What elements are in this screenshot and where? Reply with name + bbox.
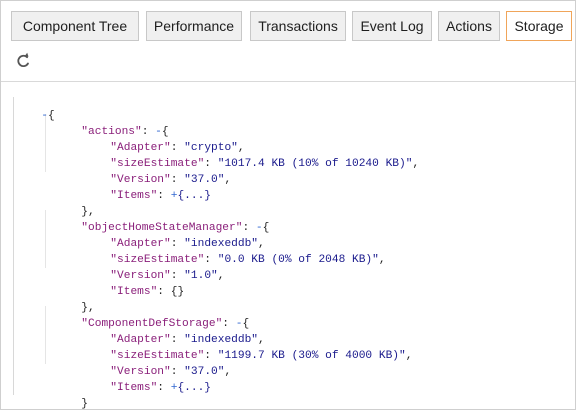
json-root-close: } — [1, 397, 57, 409]
json-store-close: }, — [81, 205, 95, 218]
json-store-header: "objectHomeStateManager": -{ — [81, 221, 270, 234]
json-field: "sizeEstimate": "0.0 KB (0% of 2048 KB)"… — [110, 253, 386, 266]
tab-transactions[interactable]: Transactions — [250, 11, 346, 41]
refresh-icon[interactable] — [13, 51, 33, 71]
json-store-header: "ComponentDefStorage": -{ — [81, 317, 250, 330]
tab-event-log[interactable]: Event Log — [352, 11, 432, 41]
json-field: "sizeEstimate": "1017.4 KB (10% of 10240… — [110, 157, 420, 170]
json-store-close: }, — [81, 301, 95, 314]
json-field: "Adapter": "indexeddb", — [110, 333, 265, 346]
json-store-close: } — [81, 397, 89, 409]
collapsed-object[interactable]: {...} — [177, 382, 211, 394]
tab-storage[interactable]: Storage — [506, 11, 572, 41]
tab-component-tree[interactable]: Component Tree — [11, 11, 139, 41]
json-items-field: "Items": +{...} — [110, 381, 212, 394]
json-root-open: -{ — [41, 109, 55, 122]
empty-object: {} — [170, 285, 185, 298]
json-items-field: "Items": {} — [110, 285, 185, 298]
tab-performance[interactable]: Performance — [146, 11, 242, 41]
json-field: "Version": "37.0", — [110, 365, 232, 378]
devtools-tab-bar: Component Tree Performance Transactions … — [1, 1, 575, 43]
json-field: "Version": "37.0", — [110, 173, 232, 186]
storage-panel: Component Tree Performance Transactions … — [0, 0, 576, 410]
json-field: "Adapter": "indexeddb", — [110, 237, 265, 250]
json-field: "sizeEstimate": "1199.7 KB (30% of 4000 … — [110, 349, 413, 362]
storage-json-viewer: -{ "actions": -{ "Adapter": "crypto", "s… — [1, 82, 575, 409]
storage-toolbar — [1, 43, 575, 82]
json-store-header: "actions": -{ — [81, 125, 169, 138]
json-field: "Version": "1.0", — [110, 269, 225, 282]
collapsed-object[interactable]: {...} — [177, 190, 211, 202]
tab-actions[interactable]: Actions — [438, 11, 500, 41]
json-field: "Adapter": "crypto", — [110, 141, 245, 154]
json-items-field: "Items": +{...} — [110, 189, 212, 202]
